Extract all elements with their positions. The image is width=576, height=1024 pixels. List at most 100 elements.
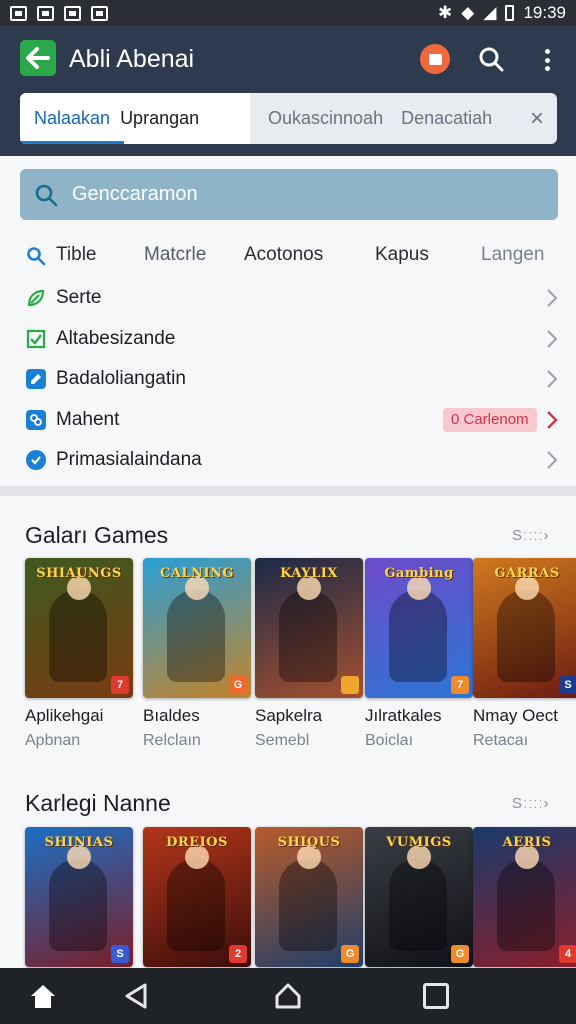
publisher-badge-icon: 2 bbox=[229, 945, 247, 963]
tab-label: Oukascinnoah bbox=[268, 108, 384, 128]
chat-icon[interactable] bbox=[420, 44, 450, 74]
publisher-badge-icon: G bbox=[341, 945, 359, 963]
game-logo: DREIOS bbox=[166, 835, 228, 850]
list-item-label: Mahent bbox=[56, 408, 120, 430]
publisher-badge-icon: G bbox=[229, 676, 247, 694]
game-card[interactable]: AERIS 4 bbox=[473, 827, 576, 967]
notification-icon bbox=[37, 5, 54, 21]
navigation-bar bbox=[0, 968, 576, 1024]
status-time: 19:39 bbox=[523, 3, 566, 22]
tab-inactive[interactable]: Oukascinnoah Denacatiah bbox=[250, 93, 517, 144]
search-icon bbox=[27, 247, 46, 266]
game-card[interactable]: CALNING G bbox=[143, 558, 251, 698]
game-subtitle: Semebl bbox=[255, 732, 310, 749]
filter-chip[interactable]: Kapus bbox=[375, 244, 429, 266]
chevron-right-icon bbox=[547, 289, 558, 307]
list-item[interactable]: Altabesizande bbox=[0, 319, 576, 360]
app-bar: Abli Abenai Nalaakan Uprangan Oukascinno… bbox=[0, 26, 576, 156]
game-logo: GARRAS bbox=[494, 566, 560, 581]
list-item-label: Serte bbox=[56, 287, 102, 309]
publisher-badge-icon bbox=[341, 676, 359, 694]
game-character bbox=[49, 590, 107, 682]
wifi-icon: ◆ bbox=[461, 3, 475, 22]
game-card[interactable]: DREIOS 2 bbox=[143, 827, 251, 967]
leaf-icon bbox=[26, 288, 46, 308]
game-card[interactable]: VUMIGS G bbox=[365, 827, 473, 967]
game-title[interactable]: Jılratkales bbox=[365, 706, 442, 726]
filter-chip[interactable]: Tible bbox=[56, 244, 96, 266]
list-item[interactable]: Primasialaindana bbox=[0, 440, 576, 481]
publisher-badge-icon: G bbox=[451, 945, 469, 963]
game-character bbox=[497, 859, 555, 951]
game-title[interactable]: Aplikehgai bbox=[25, 706, 103, 726]
chevron-right-icon bbox=[547, 329, 558, 348]
home-button-icon[interactable] bbox=[274, 982, 302, 1010]
check-circle-icon bbox=[26, 450, 46, 471]
game-logo: VUMIGS bbox=[386, 835, 452, 850]
menu-list: Serte Altabesizande Badaloliangatin Mahe… bbox=[0, 278, 576, 481]
game-card[interactable]: SHINIAS S bbox=[25, 827, 133, 967]
game-character bbox=[497, 590, 555, 682]
tab-active[interactable]: Nalaakan Uprangan bbox=[20, 93, 250, 144]
game-character bbox=[167, 590, 225, 682]
section-divider bbox=[0, 486, 576, 496]
see-more-link[interactable]: Sːːːː› bbox=[512, 527, 550, 544]
notification-icon bbox=[91, 5, 108, 21]
game-card[interactable]: SHIAUNGS 7 bbox=[25, 558, 133, 698]
game-character bbox=[389, 590, 447, 682]
game-card[interactable]: SHIQUS G bbox=[255, 827, 363, 967]
filter-row: Tible Matcrle Acotonos Kapus Langen bbox=[24, 240, 554, 270]
home-icon[interactable] bbox=[28, 982, 58, 1010]
game-card[interactable]: KAYLIX bbox=[255, 558, 363, 698]
game-logo: SHIAUNGS bbox=[36, 566, 122, 581]
section-title: Karlegi Nanne bbox=[25, 790, 171, 816]
game-character bbox=[167, 859, 225, 951]
more-options-icon[interactable] bbox=[540, 46, 554, 74]
game-logo: KAYLIX bbox=[280, 566, 338, 581]
see-more-link[interactable]: Sːːːː› bbox=[512, 795, 550, 812]
publisher-badge-icon: 4 bbox=[559, 945, 576, 963]
back-button[interactable] bbox=[20, 40, 56, 76]
checkbox-icon bbox=[26, 329, 46, 349]
game-character bbox=[279, 590, 337, 682]
game-card[interactable]: GARRAS S bbox=[473, 558, 576, 698]
game-character bbox=[279, 859, 337, 951]
chevron-right-icon bbox=[547, 451, 558, 469]
tab-strip: Nalaakan Uprangan Oukascinnoah Denacatia… bbox=[20, 93, 557, 144]
search-icon[interactable] bbox=[478, 46, 504, 72]
game-carousel: SHIAUNGS 7 CALNING G KAYLIX Gambing 7 GARRAS S bbox=[0, 558, 576, 708]
recent-apps-icon[interactable] bbox=[423, 983, 449, 1009]
search-icon bbox=[35, 184, 58, 206]
page-title: Abli Abenai bbox=[69, 45, 195, 73]
notification-icon bbox=[10, 5, 27, 21]
edit-icon bbox=[26, 369, 46, 390]
back-triangle-icon[interactable] bbox=[123, 982, 149, 1010]
publisher-badge-icon: 7 bbox=[111, 676, 129, 694]
game-logo: SHIQUS bbox=[277, 835, 341, 850]
search-placeholder: Genccaramon bbox=[72, 183, 198, 205]
game-card[interactable]: Gambing 7 bbox=[365, 558, 473, 698]
list-item-label: Primasialaindana bbox=[56, 449, 202, 471]
game-title[interactable]: Bıaldes bbox=[143, 706, 200, 726]
game-title[interactable]: Nmay Oect bbox=[473, 706, 558, 726]
search-input[interactable]: Genccaramon bbox=[20, 169, 558, 220]
battery-icon bbox=[505, 5, 515, 21]
game-title[interactable]: Sapkelra bbox=[255, 706, 322, 726]
game-character bbox=[389, 859, 447, 951]
list-item-label: Badaloliangatin bbox=[56, 368, 186, 390]
game-logo: AERIS bbox=[502, 835, 552, 850]
filter-chip[interactable]: Langen bbox=[481, 244, 544, 266]
game-logo: Gambing bbox=[384, 566, 454, 581]
signal-icon: ◢ bbox=[483, 3, 497, 22]
game-character bbox=[49, 859, 107, 951]
chevron-right-icon bbox=[547, 410, 558, 429]
filter-chip[interactable]: Matcrle bbox=[144, 244, 206, 266]
filter-chip[interactable]: Acotonos bbox=[244, 244, 323, 266]
list-item[interactable]: Serte bbox=[0, 278, 576, 319]
notification-icon bbox=[64, 5, 81, 21]
list-item[interactable]: Mahent 0 Carlenom bbox=[0, 400, 576, 441]
list-item[interactable]: Badaloliangatin bbox=[0, 359, 576, 400]
close-icon[interactable]: × bbox=[517, 93, 557, 144]
game-subtitle: Boiclaı bbox=[365, 732, 414, 749]
tab-label: Nalaakan bbox=[34, 108, 111, 128]
